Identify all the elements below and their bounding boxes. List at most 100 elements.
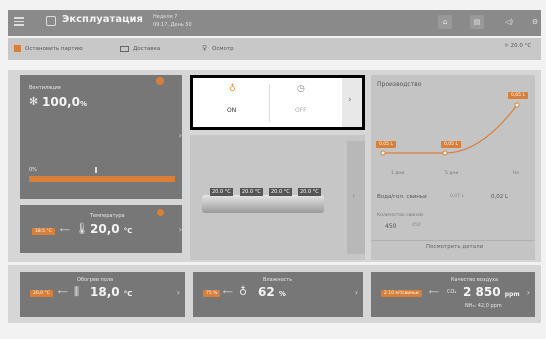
arrow-left-icon: ⟵ [223, 288, 234, 296]
view-details-link[interactable]: Посмотреть детали [426, 244, 483, 250]
chevron-right-icon[interactable]: › [177, 288, 180, 297]
humidity-setpoint: 75 % [203, 290, 221, 297]
pigs-label: Количество свиней [377, 213, 423, 218]
chevron-right-icon[interactable]: › [355, 288, 358, 297]
co2-label: CO₂ [447, 289, 457, 295]
stop-batch-button[interactable]: Остановить партию [25, 46, 83, 52]
floor-heating-unit: °C [123, 290, 133, 298]
ventilation-bar-fill [29, 176, 175, 182]
chevron-right-icon[interactable]: › [527, 288, 530, 297]
air-quality-value: 2 850 [463, 285, 501, 299]
feeders-card[interactable]: 20.0 °C 20.0 °C 20.0 °C 20.0 °C › [190, 135, 365, 260]
x-label-3: Не [513, 171, 520, 176]
light-off-label: OFF [295, 107, 307, 114]
delivery-icon [120, 46, 129, 52]
pigs-value-2: 450 [412, 223, 421, 228]
temperature-value: 20,0 [90, 222, 120, 236]
arrow-left-icon: ⟵ [58, 288, 69, 296]
outside-temperature: ☼ 20.0 °C [504, 43, 532, 49]
feeder-temp-2: 20.0 °C [240, 188, 263, 196]
water-value-1: 0,07 L [450, 194, 464, 199]
humidity-label: Влажность [263, 277, 293, 283]
humidity-unit: % [278, 290, 286, 298]
temperature-label: Температура [90, 213, 125, 219]
temperature-setpoint: 18.5 °C [32, 228, 55, 235]
action-toolbar: Остановить партию Доставка ♀ Осмотр ☼ 20… [8, 38, 541, 60]
arrow-left-icon: ⟵ [429, 288, 440, 296]
settings-icon[interactable]: ⚙ [528, 15, 542, 29]
air-quality-value-wrap: 2 850 ppm [463, 285, 520, 299]
point-label-1: 0,05 L [376, 141, 396, 148]
temperature-card[interactable]: Температура 18.5 °C ⟵ 🌡︎ 20,0 °C › [20, 205, 182, 253]
humidity-card[interactable]: Влажность 75 % ⟵ ♁ 62 % › [193, 272, 363, 317]
sound-icon[interactable]: ◁) [502, 15, 516, 29]
delivery-button[interactable]: Доставка [133, 46, 160, 52]
bar-min-label: 0% [29, 167, 37, 173]
lighting-card[interactable]: ♁ ON ◷ OFF › [190, 75, 365, 130]
chevron-right-icon: › [352, 191, 356, 200]
menu-icon[interactable] [14, 16, 24, 26]
inspection-button[interactable]: Осмотр [212, 46, 234, 52]
document-icon[interactable]: ▤ [470, 15, 484, 29]
home-icon[interactable] [46, 16, 56, 26]
clock-icon: ◷ [297, 84, 305, 94]
floor-heating-value: 18,0 [90, 285, 120, 299]
alert-badge [157, 209, 164, 216]
bulb-on-icon: ♁ [229, 84, 236, 94]
x-label-2: 5 дни [445, 171, 459, 176]
chevron-right-icon[interactable]: › [179, 131, 182, 140]
feeder-temp-3: 20.0 °C [269, 188, 292, 196]
date-time: 09:17, День 50 [153, 22, 192, 28]
feeder-tray [202, 195, 324, 213]
top-bar: Эксплуатация Неделя 7 09:17, День 50 ⌂ ▤… [8, 10, 541, 36]
light-on-label: ON [227, 107, 237, 114]
floor-heating-setpoint: 20,0 °C [30, 290, 53, 297]
water-value-2: 0,02 L [491, 194, 509, 200]
air-quality-badge: 2 10 м³/свиньи [381, 290, 422, 297]
light-off-button[interactable]: ◷ OFF [271, 82, 336, 125]
humidity-value: 62 [258, 285, 275, 299]
ventilation-bar [29, 176, 175, 182]
stop-icon [14, 45, 21, 52]
page-title: Эксплуатация [62, 14, 143, 25]
divider [371, 240, 535, 241]
humidity-value-wrap: 62 % [258, 285, 286, 299]
bar-marker [95, 167, 97, 173]
feeder-temp-4: 20.0 °C [298, 188, 321, 196]
alert-badge [156, 77, 164, 85]
floor-heating-label: Обогрев пола [77, 277, 114, 283]
ventilation-value: 100,0 [42, 95, 80, 109]
air-quality-card[interactable]: Качество воздуха 2 10 м³/свиньи ⟵ CO₂ 2 … [371, 272, 535, 317]
feeders-expand[interactable]: › [347, 141, 365, 254]
ventilation-value-wrap: 100,0% [42, 95, 87, 109]
x-label-1: 1 дни [391, 171, 405, 176]
air-quality-unit: ppm [504, 291, 520, 298]
fan-icon: ✻ [29, 95, 39, 108]
arrow-left-icon: ⟵ [60, 226, 71, 234]
divider [269, 84, 270, 122]
floor-heating-value-wrap: 18,0 °C [90, 285, 132, 299]
temperature-value-wrap: 20,0 °C [90, 222, 132, 236]
chevron-right-icon: › [348, 95, 352, 105]
air-quality-label: Качество воздуха [451, 277, 499, 283]
thermometer-icon: 🌡︎ [75, 222, 89, 235]
bulb-icon: ♀ [202, 44, 208, 52]
humidity-icon: ♁ [239, 285, 248, 298]
production-card[interactable]: Производство 0,05 L 0,05 L 0,65 L 1 дни … [371, 75, 535, 260]
floor-heating-icon: ⫼ [74, 285, 80, 298]
point-label-2: 0,05 L [441, 141, 461, 148]
pigs-value-1: 450 [385, 223, 397, 230]
lighting-expand[interactable]: › [342, 78, 362, 127]
water-label: Вода/гол. свиньи [377, 194, 427, 200]
point-label-3: 0,65 L [508, 92, 528, 99]
ventilation-card[interactable]: Вентиляция ✻ 100,0% 0% › [20, 75, 182, 199]
light-on-button[interactable]: ♁ ON [199, 82, 266, 125]
house-icon[interactable]: ⌂ [438, 15, 452, 29]
house-label: Неделя 7 [153, 14, 178, 20]
nh3-value: NH₃: 42,0 ppm [465, 303, 502, 309]
ventilation-label: Вентиляция [29, 85, 61, 91]
floor-heating-card[interactable]: Обогрев пола 20,0 °C ⟵ ⫼ 18,0 °C › [20, 272, 185, 317]
ventilation-unit: % [79, 100, 87, 108]
temperature-unit: °C [123, 227, 133, 235]
chevron-right-icon[interactable]: › [179, 225, 182, 234]
